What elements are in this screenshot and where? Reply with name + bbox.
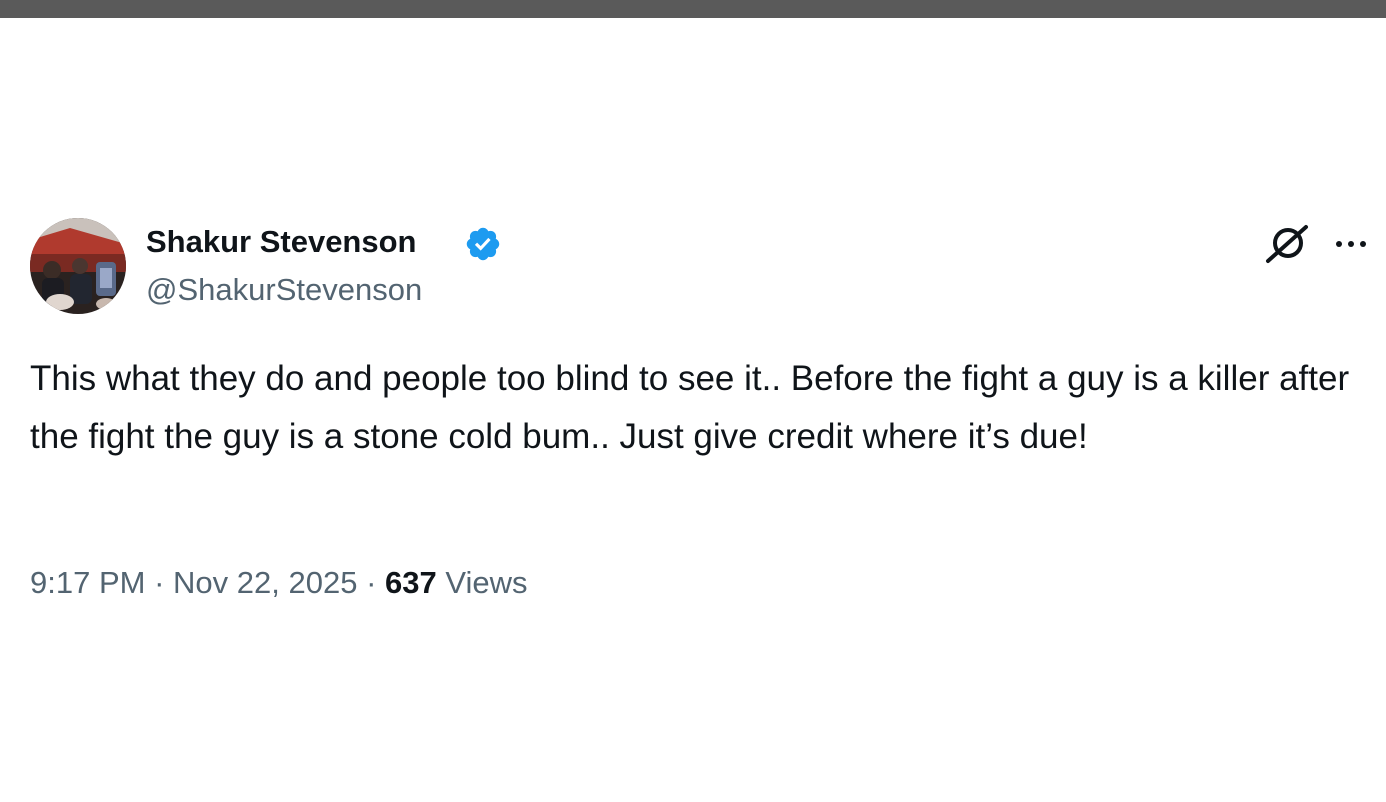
avatar-image [30, 218, 126, 314]
tweet-time[interactable]: 9:17 PM [30, 565, 145, 600]
avatar[interactable] [30, 218, 126, 314]
tweet-date[interactable]: Nov 22, 2025 [173, 565, 357, 600]
views-count[interactable]: 637 [385, 565, 437, 600]
tweet-meta: 9:17 PM · Nov 22, 2025 · 637 Views [30, 563, 528, 603]
author-handle[interactable]: @ShakurStevenson [146, 270, 422, 310]
more-options-icon[interactable] [1330, 226, 1372, 262]
grok-icon[interactable] [1264, 223, 1310, 265]
tweet-card: Shakur Stevenson @ShakurStevenson This w… [0, 0, 1386, 802]
views-label: Views [445, 565, 528, 600]
display-name[interactable]: Shakur Stevenson [146, 222, 416, 262]
meta-separator: · [366, 565, 377, 600]
tweet-text: This what they do and people too blind t… [30, 359, 1350, 456]
meta-separator: · [154, 565, 165, 600]
verified-badge-icon [466, 227, 500, 261]
